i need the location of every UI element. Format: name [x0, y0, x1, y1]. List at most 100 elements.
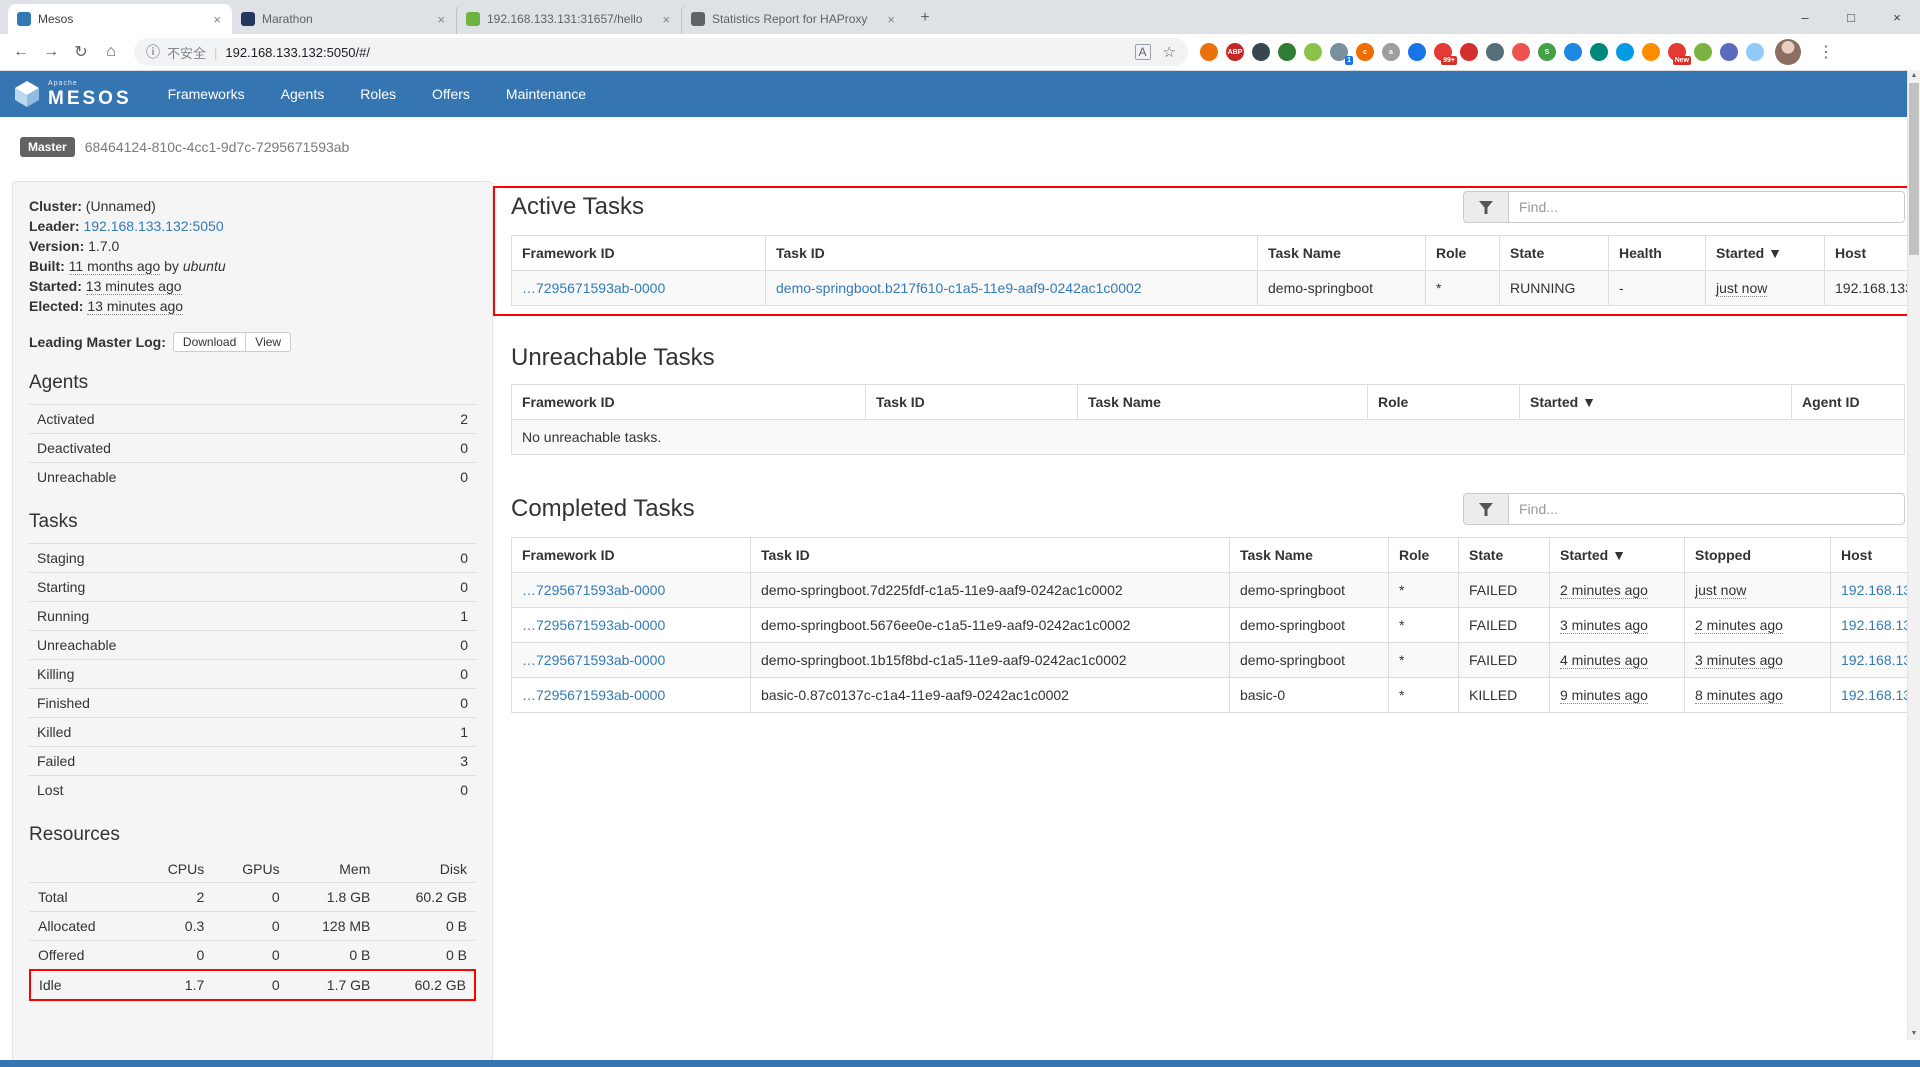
column-header[interactable]: Framework ID [512, 236, 766, 271]
column-header[interactable]: Task Name [1078, 385, 1368, 420]
extension-icon[interactable]: 99+ [1434, 43, 1452, 61]
column-header[interactable]: Task ID [866, 385, 1078, 420]
extension-icon[interactable]: 1 [1330, 43, 1348, 61]
bookmark-star-icon[interactable]: ☆ [1163, 43, 1176, 61]
tasks-heading: Tasks [29, 511, 476, 533]
column-header[interactable]: Task Name [1258, 236, 1426, 271]
nav-item-roles[interactable]: Roles [360, 86, 396, 102]
extension-icon[interactable] [1694, 43, 1712, 61]
extension-icon[interactable] [1252, 43, 1270, 61]
profile-avatar[interactable] [1775, 39, 1801, 65]
extension-icon[interactable] [1746, 43, 1764, 61]
table-cell: RUNNING [1500, 271, 1609, 306]
address-bar[interactable]: ⓘ 不安全 | 192.168.133.132:5050/#/ A ☆ [134, 38, 1188, 66]
column-header[interactable]: Agent ID [1792, 385, 1905, 420]
task_id-link[interactable]: demo-springboot.b217f610-c1a5-11e9-aaf9-… [776, 280, 1142, 296]
browser-menu-button[interactable]: ⋮ [1808, 42, 1844, 62]
nav-item-agents[interactable]: Agents [281, 86, 325, 102]
column-header[interactable]: State [1459, 538, 1550, 573]
table-cell: 3 minutes ago [1685, 643, 1831, 678]
column-header[interactable]: Framework ID [512, 385, 866, 420]
framework_id-link[interactable]: …7295671593ab-0000 [522, 652, 665, 668]
browser-tab[interactable]: Statistics Report for HAProxy× [681, 4, 906, 34]
scrollbar-thumb[interactable] [1909, 83, 1919, 255]
table-cell: demo-springboot.7d225fdf-c1a5-11e9-aaf9-… [751, 573, 1230, 608]
table-cell: demo-springboot [1230, 573, 1389, 608]
completed-tasks-find-input[interactable] [1508, 493, 1905, 525]
extension-icon[interactable] [1408, 43, 1426, 61]
column-header[interactable]: Role [1368, 385, 1520, 420]
column-header[interactable]: State [1500, 236, 1609, 271]
column-header[interactable]: Started ▼ [1520, 385, 1792, 420]
nav-item-frameworks[interactable]: Frameworks [168, 86, 245, 102]
resources-row-idle: Idle1.701.7 GB60.2 GB [30, 970, 475, 1000]
extension-icon[interactable]: S [1538, 43, 1556, 61]
extension-icon[interactable] [1512, 43, 1530, 61]
column-header[interactable]: Health [1609, 236, 1706, 271]
filter-icon[interactable] [1463, 191, 1508, 223]
forward-icon[interactable]: → [36, 37, 66, 67]
extension-icon[interactable] [1564, 43, 1582, 61]
column-header[interactable]: Task ID [766, 236, 1258, 271]
info-value: 11 months ago [69, 258, 161, 275]
extension-icon[interactable] [1616, 43, 1634, 61]
column-header[interactable]: Task ID [751, 538, 1230, 573]
column-header[interactable]: Role [1426, 236, 1500, 271]
filter-icon[interactable] [1463, 493, 1508, 525]
column-header[interactable]: Host [1825, 236, 1920, 271]
extension-icon[interactable] [1200, 43, 1218, 61]
table-cell: * [1389, 678, 1459, 713]
extension-icon[interactable]: New [1668, 43, 1686, 61]
log-view-button[interactable]: View [245, 332, 291, 352]
info-value[interactable]: 192.168.133.132:5050 [83, 218, 223, 234]
extension-icon[interactable] [1720, 43, 1738, 61]
nav-item-maintenance[interactable]: Maintenance [506, 86, 586, 102]
page-info-icon[interactable]: ⓘ [146, 42, 160, 62]
column-header[interactable]: Started ▼ [1706, 236, 1825, 271]
scroll-down-icon[interactable]: ▼ [1908, 1028, 1920, 1040]
framework_id-link[interactable]: …7295671593ab-0000 [522, 582, 665, 598]
extension-icon[interactable] [1590, 43, 1608, 61]
new-tab-button[interactable]: + [912, 5, 938, 31]
translate-icon[interactable]: A [1135, 44, 1151, 60]
framework_id-link[interactable]: …7295671593ab-0000 [522, 687, 665, 703]
page-scrollbar[interactable]: ▲ ▼ [1907, 70, 1920, 1040]
browser-tab[interactable]: Marathon× [232, 4, 456, 34]
mesos-logo[interactable]: Apache MESOS [14, 80, 132, 108]
screen: Mesos×Marathon×192.168.133.131:31657/hel… [0, 0, 1920, 1040]
close-button[interactable]: × [1874, 0, 1920, 34]
extension-icon[interactable] [1460, 43, 1478, 61]
column-header[interactable]: Started ▼ [1550, 538, 1685, 573]
browser-tab[interactable]: Mesos× [8, 4, 232, 34]
log-download-button[interactable]: Download [173, 332, 246, 352]
extension-icon[interactable]: c [1356, 43, 1374, 61]
extension-icon[interactable]: a [1382, 43, 1400, 61]
column-header[interactable]: Task Name [1230, 538, 1389, 573]
resources-col-header: Mem [288, 856, 379, 883]
scroll-up-icon[interactable]: ▲ [1908, 70, 1920, 82]
column-header[interactable]: Role [1389, 538, 1459, 573]
extension-icon[interactable] [1304, 43, 1322, 61]
extension-icon[interactable]: ABP [1226, 43, 1244, 61]
nav-item-offers[interactable]: Offers [432, 86, 470, 102]
maximize-button[interactable]: □ [1828, 0, 1874, 34]
back-icon[interactable]: ← [6, 37, 36, 67]
state-value: FAILED [1469, 617, 1517, 633]
column-header[interactable]: Framework ID [512, 538, 751, 573]
tab-close-icon[interactable]: × [885, 12, 897, 27]
tab-close-icon[interactable]: × [435, 12, 447, 27]
extension-icon[interactable] [1486, 43, 1504, 61]
active-tasks-find-input[interactable] [1508, 191, 1905, 223]
extension-icon[interactable] [1642, 43, 1660, 61]
tab-close-icon[interactable]: × [211, 12, 223, 27]
minimize-button[interactable]: – [1782, 0, 1828, 34]
framework_id-link[interactable]: …7295671593ab-0000 [522, 280, 665, 296]
column-header[interactable]: Stopped [1685, 538, 1831, 573]
reload-icon[interactable]: ↻ [66, 37, 96, 67]
home-icon[interactable]: ⌂ [96, 37, 126, 67]
browser-tab[interactable]: 192.168.133.131:31657/hello× [456, 4, 681, 34]
extension-icon[interactable] [1278, 43, 1296, 61]
tab-close-icon[interactable]: × [660, 12, 672, 27]
framework_id-link[interactable]: …7295671593ab-0000 [522, 617, 665, 633]
task_id-value: demo-springboot.5676ee0e-c1a5-11e9-aaf9-… [761, 617, 1130, 633]
